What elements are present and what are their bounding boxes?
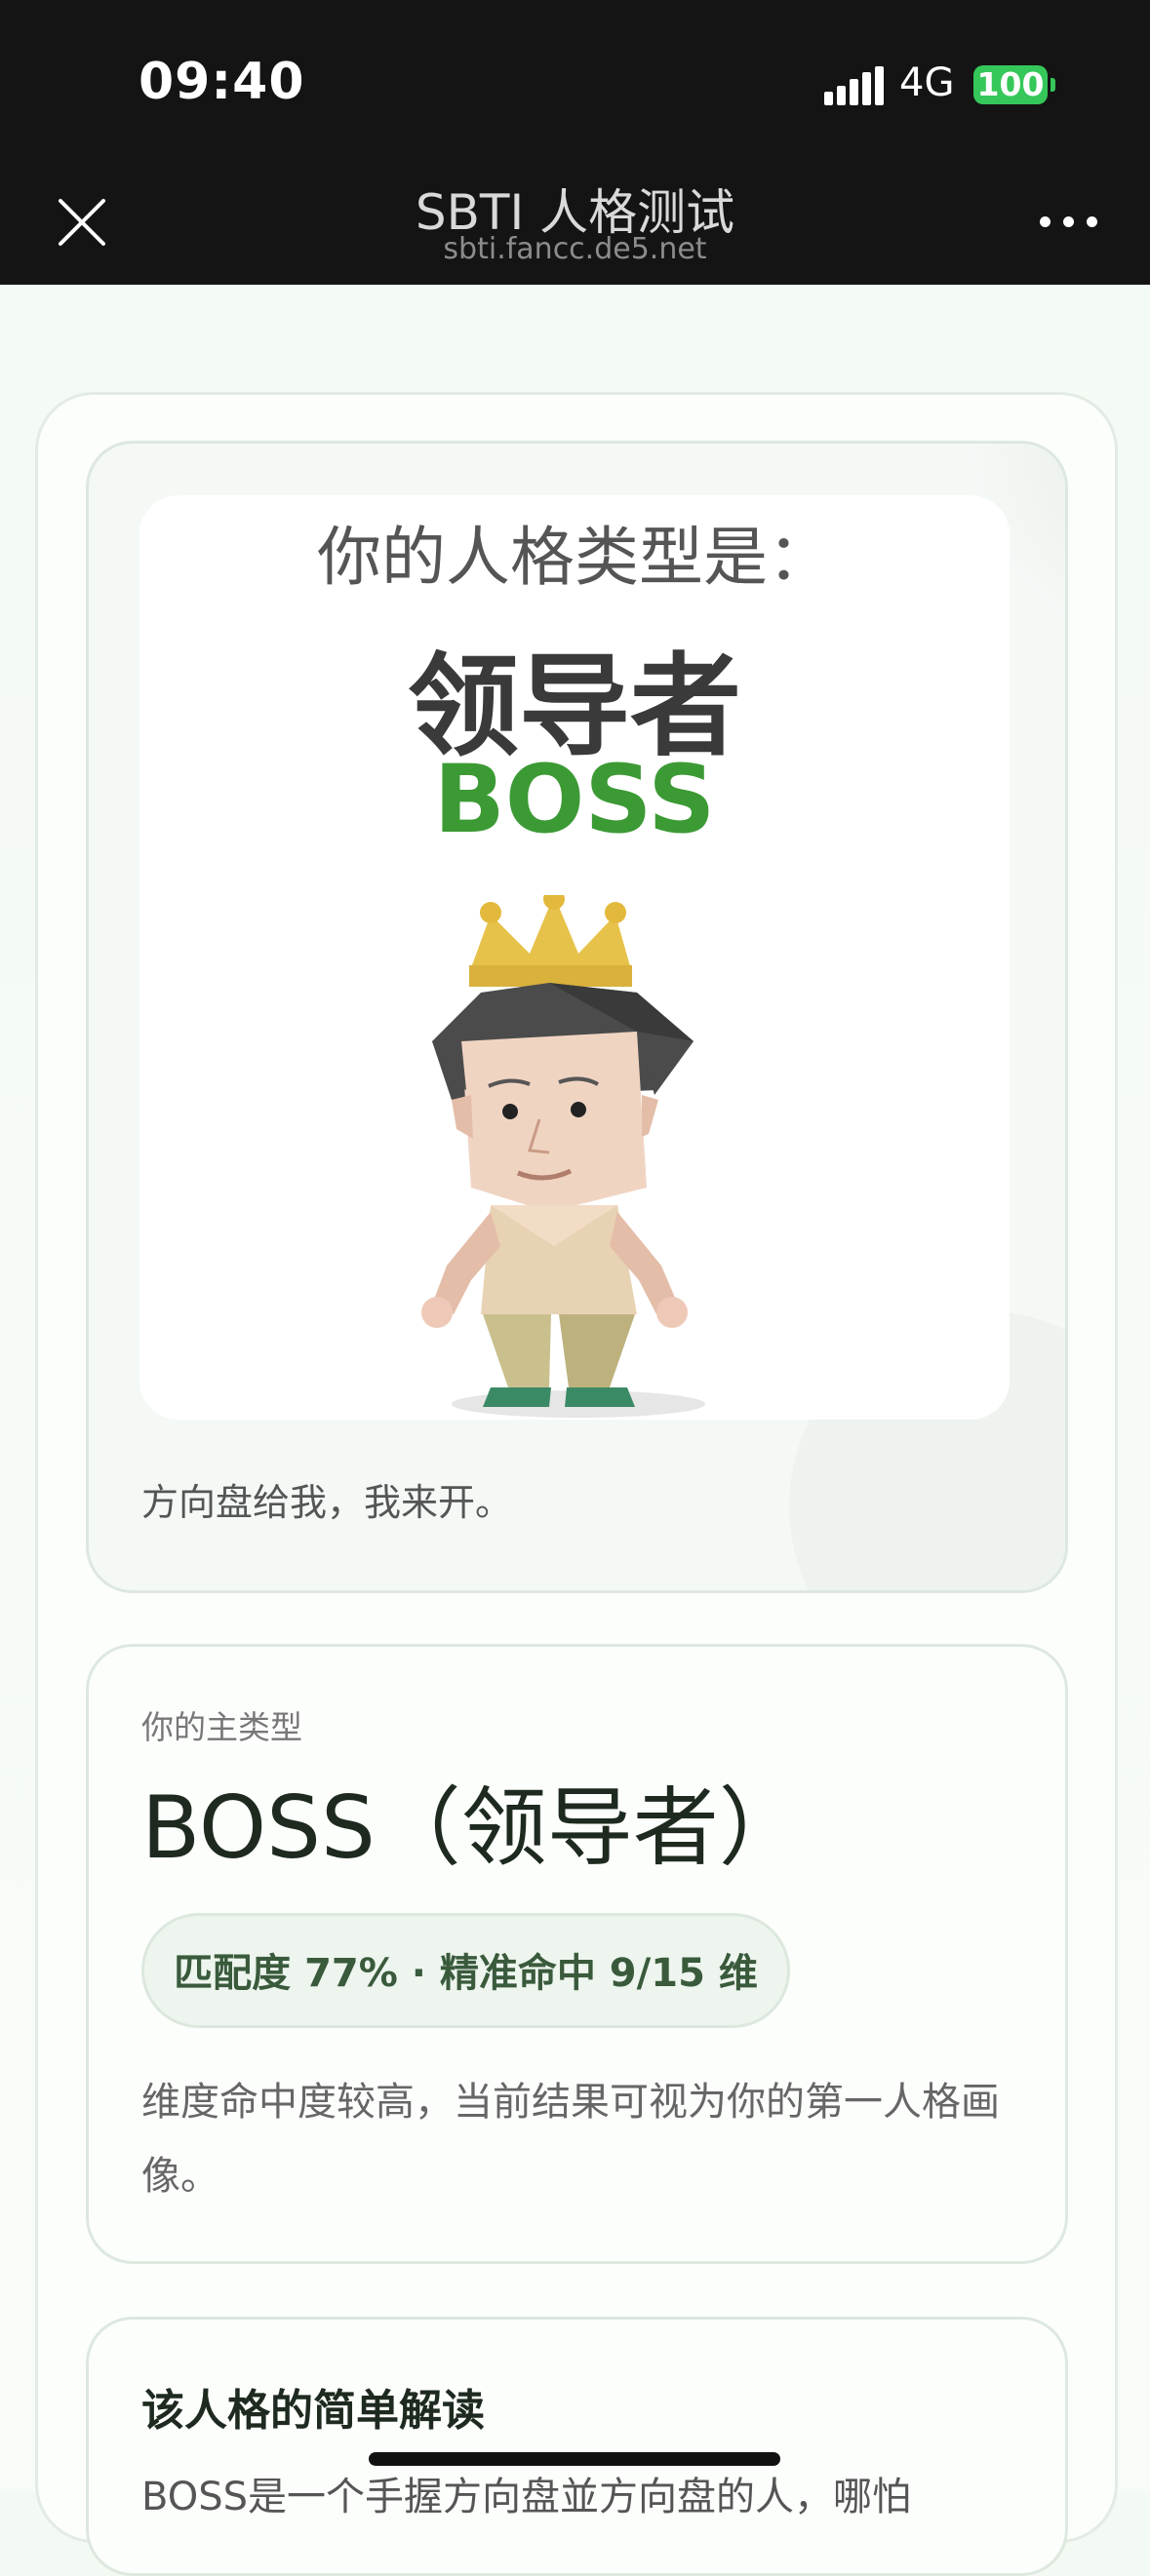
- main-type-label: 你的主类型: [141, 1708, 302, 1746]
- battery-tip: [1051, 78, 1055, 92]
- poster-type-code: BOSS: [433, 745, 716, 854]
- page-url: sbti.fancc.de5.net: [443, 232, 707, 266]
- poster-heading: 你的人格类型是：: [317, 520, 832, 595]
- match-badge: 匹配度 77% · 精准命中 9/15 维: [141, 1913, 790, 2028]
- boss-character-illustration: [421, 895, 705, 1418]
- main-type-name: BOSS（领导者）: [141, 1777, 805, 1878]
- home-indicator[interactable]: [369, 2452, 780, 2466]
- personality-quote: 方向盘给我，我来开。: [141, 1481, 513, 1524]
- network-label: 4G: [899, 60, 955, 105]
- signal-icon: [824, 66, 884, 105]
- interpretation-text: BOSS是一个手握方向盘並方向盘的人，哪怕: [141, 2475, 912, 2519]
- status-time: 09:40: [139, 53, 305, 111]
- result-poster: 你的人格类型是： 领导者 BOSS: [139, 495, 1010, 1420]
- more-icon[interactable]: [1038, 207, 1100, 236]
- battery-icon: 100: [973, 65, 1048, 104]
- main-type-description: 维度命中度较高，当前结果可视为你的第一人格画像。: [141, 2080, 1000, 2199]
- interpretation-card: [86, 2317, 1068, 2576]
- interpretation-title: 该人格的简单解读: [141, 2386, 485, 2436]
